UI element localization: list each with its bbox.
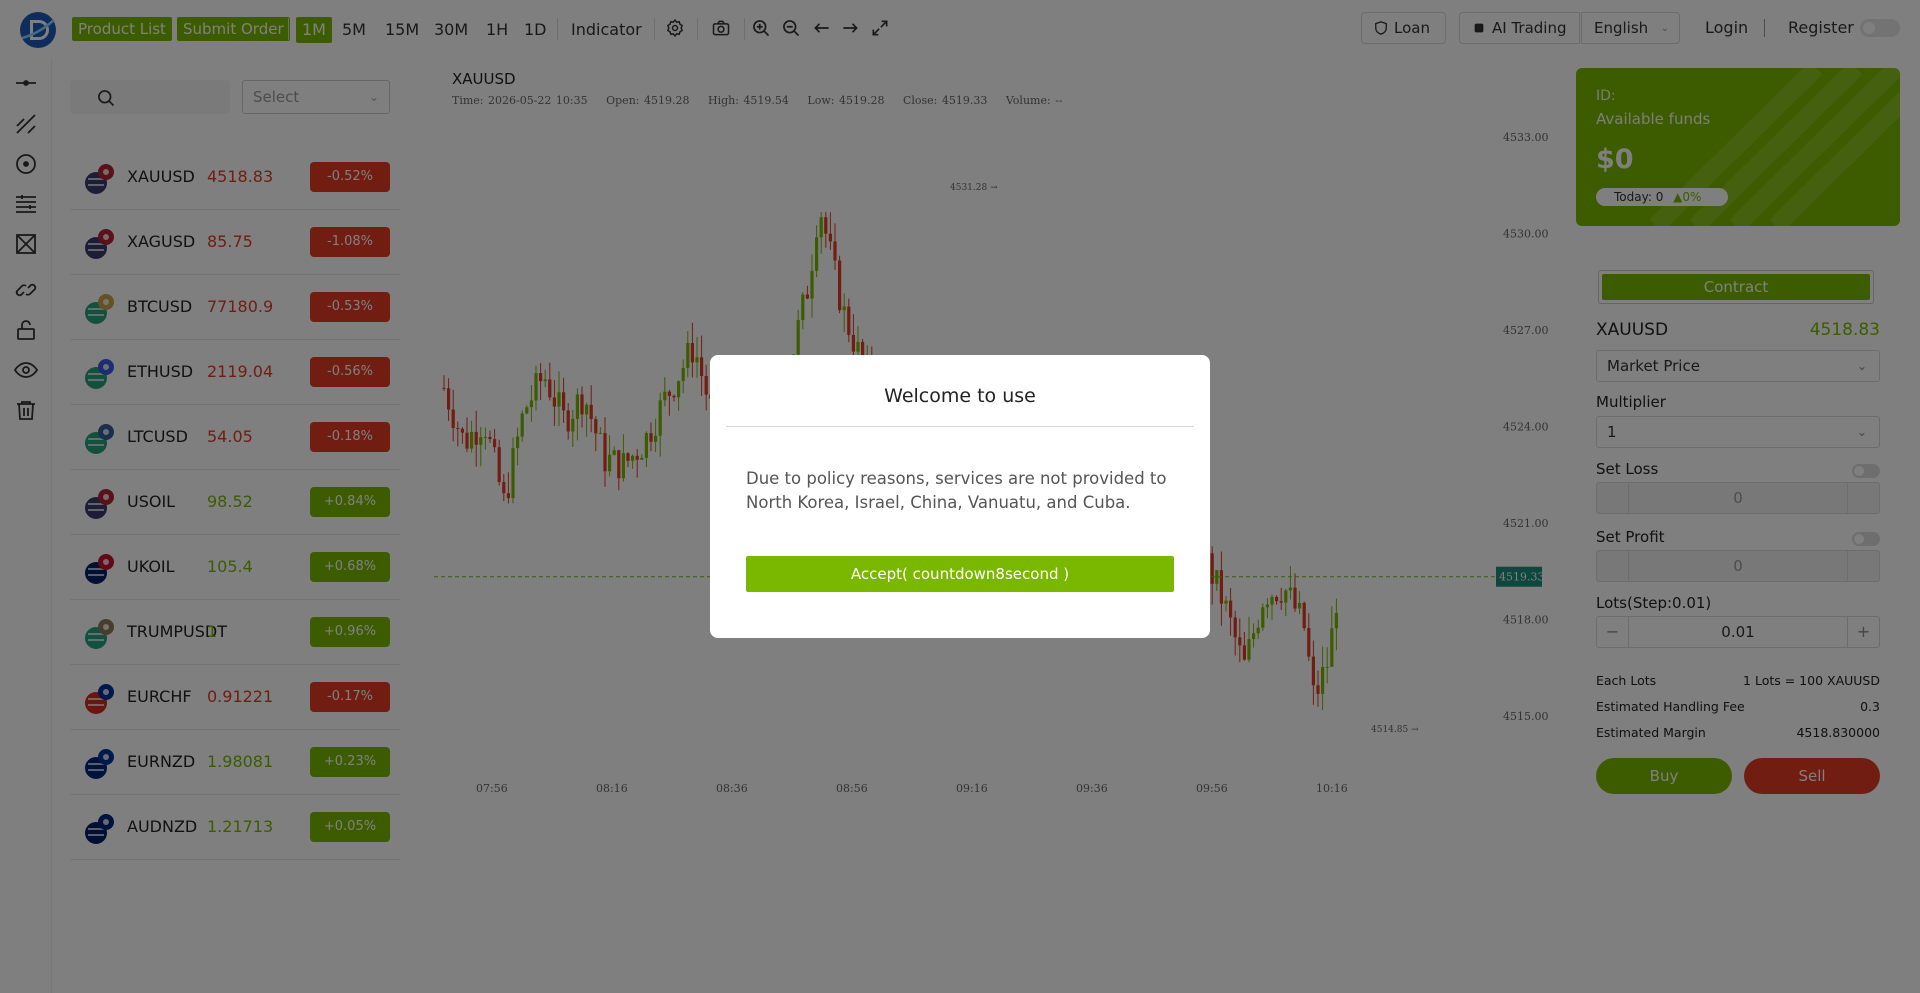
accept-button[interactable]: Accept( countdown8second ) <box>746 556 1174 592</box>
dialog-message: Due to policy reasons, services are not … <box>746 469 1167 512</box>
welcome-dialog: Welcome to use Due to policy reasons, se… <box>710 355 1210 638</box>
divider <box>726 426 1194 427</box>
dialog-title: Welcome to use <box>884 385 1036 407</box>
